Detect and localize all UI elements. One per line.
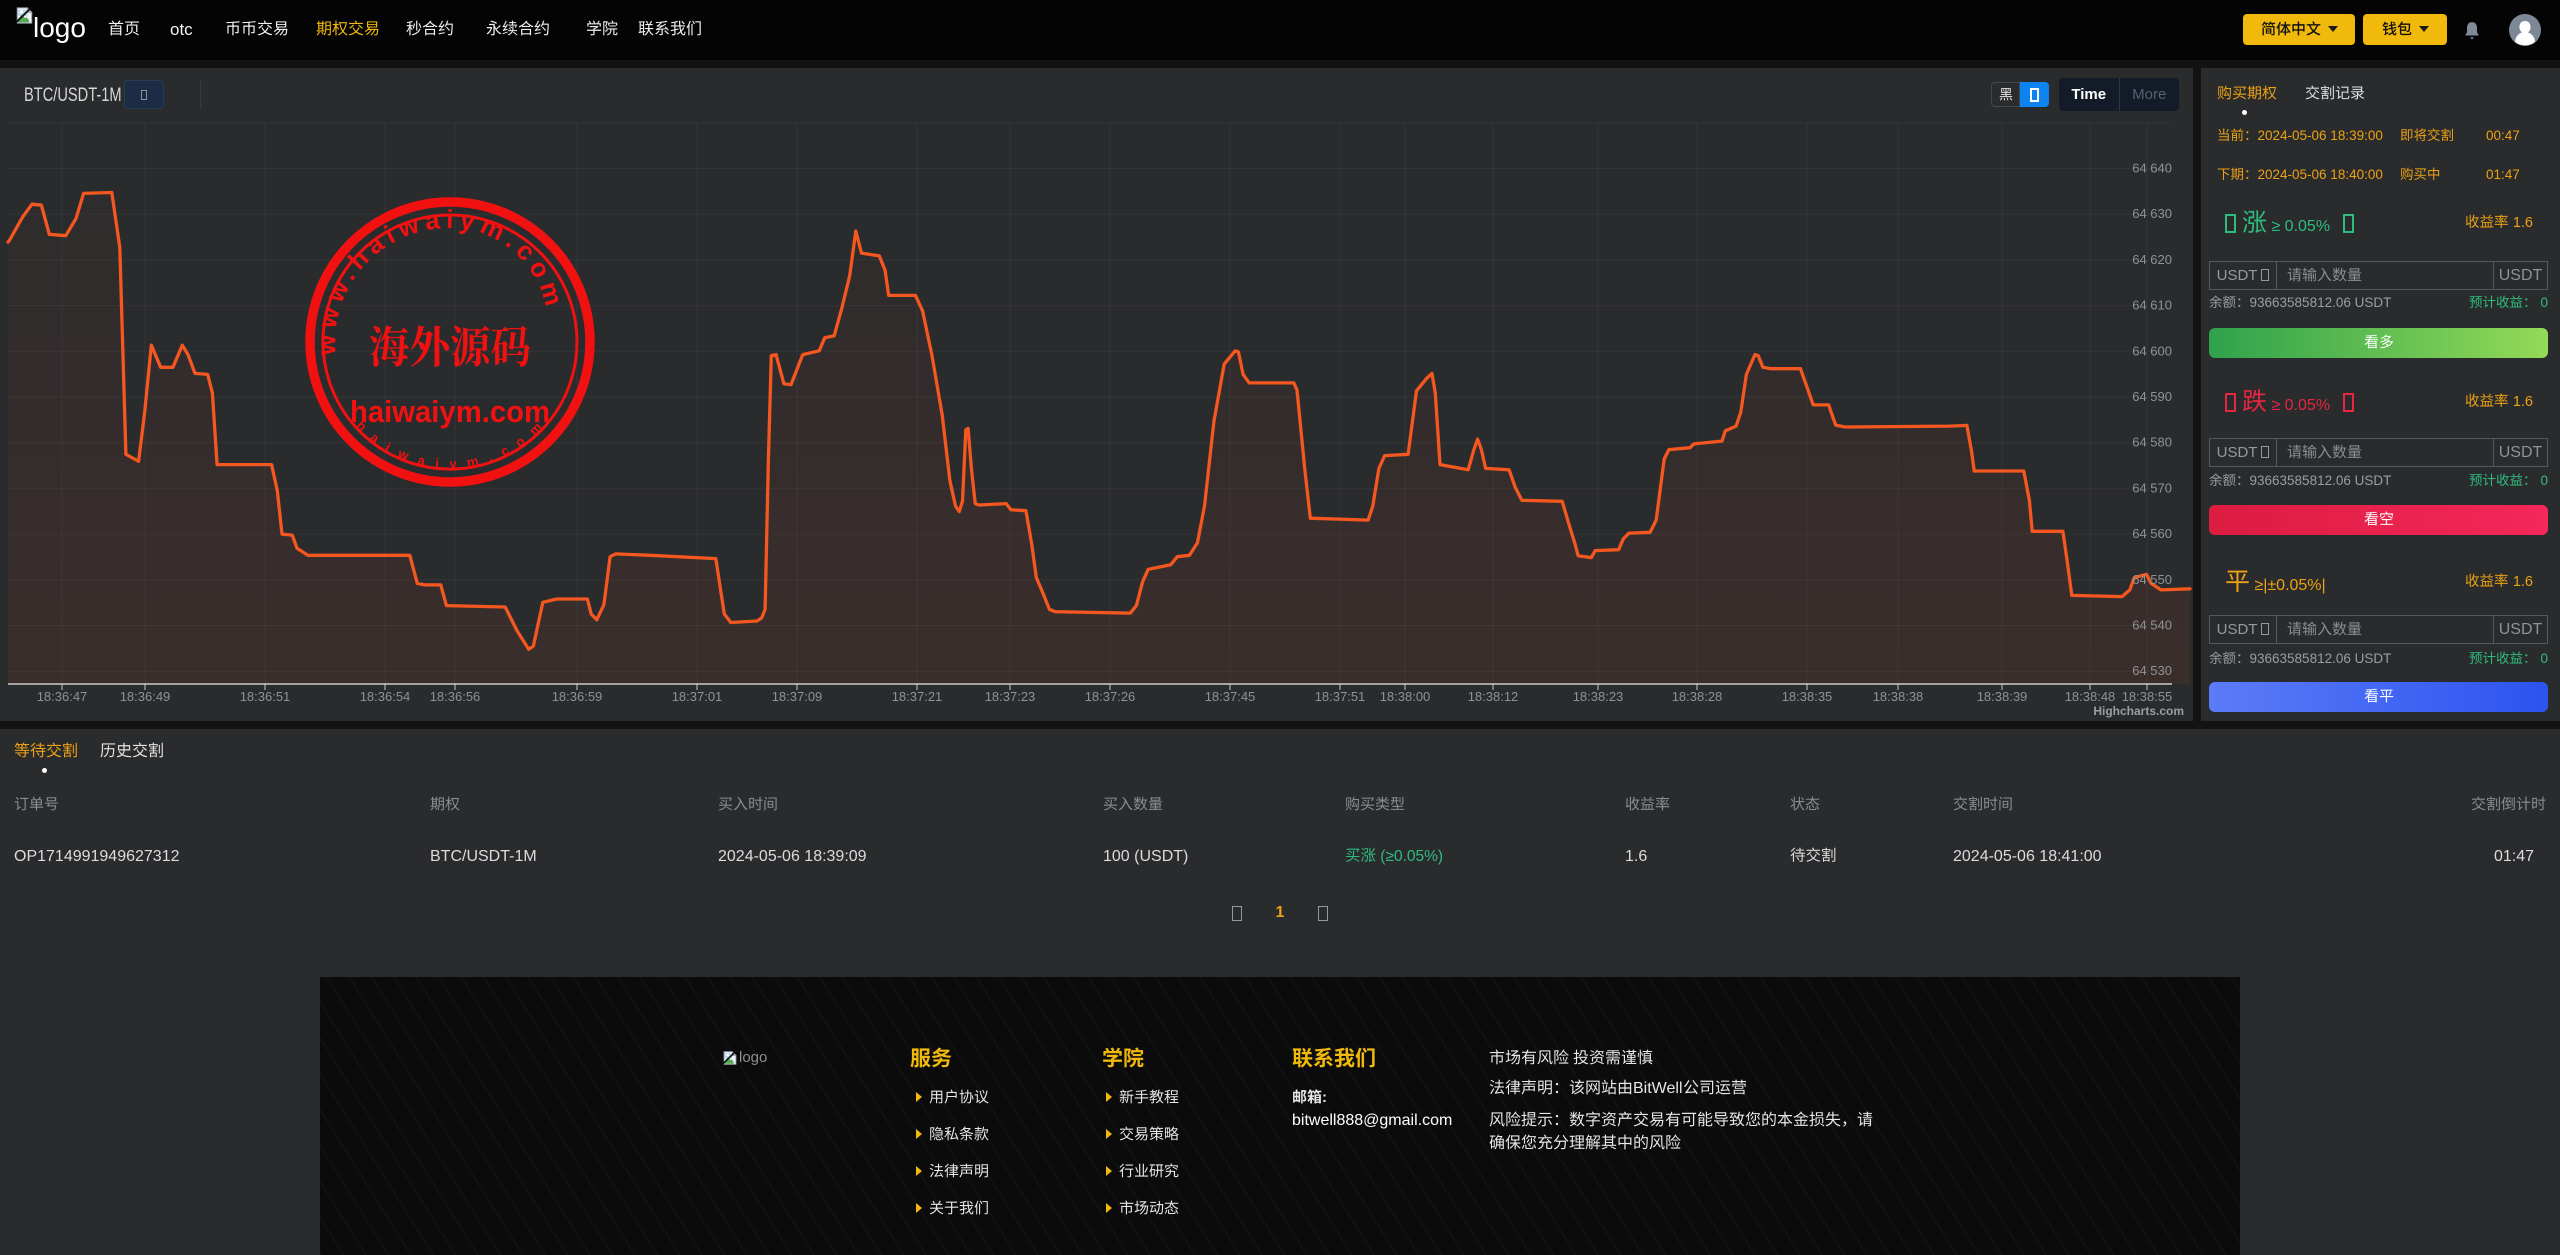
svg-text:18:36:49: 18:36:49: [120, 689, 171, 704]
svg-text:18:37:23: 18:37:23: [985, 689, 1036, 704]
svg-text:18:36:59: 18:36:59: [552, 689, 603, 704]
svg-text:18:37:09: 18:37:09: [772, 689, 823, 704]
svg-text:64 540: 64 540: [2132, 618, 2172, 633]
svg-text:18:36:51: 18:36:51: [240, 689, 291, 704]
svg-text:18:38:48: 18:38:48: [2065, 689, 2116, 704]
svg-text:18:37:01: 18:37:01: [672, 689, 723, 704]
svg-text:18:37:21: 18:37:21: [892, 689, 943, 704]
svg-text:64 630: 64 630: [2132, 206, 2172, 221]
svg-text:18:38:23: 18:38:23: [1573, 689, 1624, 704]
svg-text:64 620: 64 620: [2132, 252, 2172, 267]
svg-text:64 610: 64 610: [2132, 298, 2172, 313]
svg-text:18:38:12: 18:38:12: [1468, 689, 1519, 704]
svg-text:64 570: 64 570: [2132, 480, 2172, 495]
svg-text:18:37:45: 18:37:45: [1205, 689, 1256, 704]
svg-text:18:38:28: 18:38:28: [1672, 689, 1723, 704]
svg-text:64 550: 64 550: [2132, 572, 2172, 587]
svg-text:64 590: 64 590: [2132, 389, 2172, 404]
svg-text:18:36:56: 18:36:56: [430, 689, 481, 704]
svg-text:18:37:51: 18:37:51: [1315, 689, 1366, 704]
svg-text:64 640: 64 640: [2132, 161, 2172, 176]
svg-text:18:36:47: 18:36:47: [37, 689, 88, 704]
svg-text:18:36:54: 18:36:54: [360, 689, 411, 704]
svg-text:18:38:00: 18:38:00: [1380, 689, 1431, 704]
svg-text:18:37:26: 18:37:26: [1085, 689, 1136, 704]
svg-text:18:38:39: 18:38:39: [1977, 689, 2028, 704]
svg-text:64 530: 64 530: [2132, 663, 2172, 678]
svg-text:18:38:55: 18:38:55: [2122, 689, 2173, 704]
svg-text:Highcharts.com: Highcharts.com: [2093, 704, 2184, 718]
svg-text:18:38:38: 18:38:38: [1873, 689, 1924, 704]
svg-text:64 560: 64 560: [2132, 526, 2172, 541]
svg-text:64 600: 64 600: [2132, 343, 2172, 358]
svg-text:18:38:35: 18:38:35: [1782, 689, 1833, 704]
svg-text:64 580: 64 580: [2132, 435, 2172, 450]
